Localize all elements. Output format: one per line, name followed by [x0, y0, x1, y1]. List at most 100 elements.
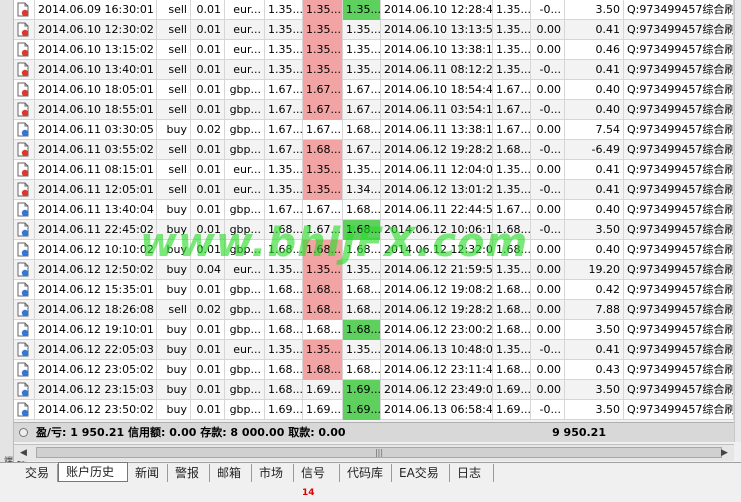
- cell-type: sell: [157, 100, 191, 120]
- cell-type: buy: [157, 320, 191, 340]
- cell-take-profit: 1.68...: [343, 200, 381, 220]
- cell-open-price: 1.67...: [265, 100, 303, 120]
- cell-commission: 0.00: [531, 240, 565, 260]
- vertical-scrollbar[interactable]: [734, 0, 741, 442]
- table-row[interactable]: 2014.06.11 03:55:02 sell 0.01 gbp... 1.67...…: [14, 140, 734, 160]
- cell-size: 0.01: [191, 100, 225, 120]
- cell-comment: Q:973499457综合刷单?: [624, 320, 734, 340]
- cell-size: 0.01: [191, 80, 225, 100]
- table-row[interactable]: 2014.06.11 13:40:04 buy 0.01 gbp... 1.67... 1…: [14, 200, 734, 220]
- cell-symbol: gbp...: [225, 380, 265, 400]
- tab-label: 代码库: [347, 466, 384, 480]
- tab-0[interactable]: 交易: [18, 464, 58, 482]
- cell-commission: -0...: [531, 0, 565, 20]
- cell-close-price: 1.35...: [493, 180, 531, 200]
- table-row[interactable]: 2014.06.11 03:30:05 buy 0.02 gbp... 1.67... 1…: [14, 120, 734, 140]
- tab-7[interactable]: 代码库: [340, 464, 392, 482]
- tab-3[interactable]: 警报: [168, 464, 210, 482]
- cell-symbol: eur...: [225, 60, 265, 80]
- tab-2[interactable]: 新闻: [128, 464, 168, 482]
- cell-symbol: gbp...: [225, 240, 265, 260]
- cell-profit: 0.41: [565, 160, 624, 180]
- cell-take-profit: 1.68...: [343, 320, 381, 340]
- cell-stop-loss: 1.35...: [303, 20, 343, 40]
- tab-5[interactable]: 市场: [252, 464, 294, 482]
- cell-take-profit: 1.68...: [343, 360, 381, 380]
- horizontal-scrollbar[interactable]: ◀ ||| ▶: [14, 444, 734, 461]
- table-row[interactable]: 2014.06.11 08:15:01 sell 0.01 eur... 1.35...…: [14, 160, 734, 180]
- table-row[interactable]: 2014.06.10 13:40:01 sell 0.01 eur... 1.35...…: [14, 60, 734, 80]
- cell-profit: -6.49: [565, 140, 624, 160]
- cell-open-price: 1.68...: [265, 240, 303, 260]
- cell-close-time: 2014.06.11 22:44:59: [381, 200, 493, 220]
- cell-open-price: 1.35...: [265, 340, 303, 360]
- cell-symbol: eur...: [225, 40, 265, 60]
- tab-8[interactable]: EA交易: [392, 464, 450, 482]
- table-row[interactable]: 2014.06.11 12:05:01 sell 0.01 eur... 1.35...…: [14, 180, 734, 200]
- tab-1[interactable]: 账户历史: [58, 462, 128, 482]
- cell-symbol: gbp...: [225, 300, 265, 320]
- cell-type: sell: [157, 300, 191, 320]
- cell-symbol: eur...: [225, 340, 265, 360]
- cell-close-price: 1.68...: [493, 300, 531, 320]
- cell-stop-loss: 1.68...: [303, 280, 343, 300]
- cell-size: 0.01: [191, 0, 225, 20]
- table-row[interactable]: 2014.06.12 23:50:02 buy 0.01 gbp... 1.69... 1…: [14, 400, 734, 420]
- table-row[interactable]: 2014.06.12 23:15:03 buy 0.01 gbp... 1.68... 1…: [14, 380, 734, 400]
- cell-take-profit: 1.68...: [343, 240, 381, 260]
- cell-comment: Q:973499457综合刷单?: [624, 340, 734, 360]
- order-type-icon: [14, 40, 35, 60]
- cell-commission: 0.00: [531, 320, 565, 340]
- table-row[interactable]: 2014.06.10 13:15:02 sell 0.01 eur... 1.35...…: [14, 40, 734, 60]
- table-row[interactable]: 2014.06.12 12:50:02 buy 0.04 eur... 1.35... 1…: [14, 260, 734, 280]
- cell-profit: 3.50: [565, 320, 624, 340]
- table-row[interactable]: 2014.06.11 22:45:02 buy 0.01 gbp... 1.68... 1…: [14, 220, 734, 240]
- tab-9[interactable]: 日志: [450, 464, 494, 482]
- cell-stop-loss: 1.68...: [303, 300, 343, 320]
- table-row[interactable]: 2014.06.10 18:55:01 sell 0.01 gbp... 1.67...…: [14, 100, 734, 120]
- cell-stop-loss: 1.35...: [303, 180, 343, 200]
- cell-type: sell: [157, 140, 191, 160]
- scroll-left-icon[interactable]: ◀: [17, 447, 30, 459]
- cell-open-price: 1.35...: [265, 60, 303, 80]
- cell-close-time: 2014.06.10 12:28:46: [381, 0, 493, 20]
- cell-symbol: gbp...: [225, 80, 265, 100]
- cell-profit: 0.43: [565, 360, 624, 380]
- table-row[interactable]: 2014.06.12 22:05:03 buy 0.01 eur... 1.35... 1…: [14, 340, 734, 360]
- table-row[interactable]: 2014.06.12 23:05:02 buy 0.01 gbp... 1.68... 1…: [14, 360, 734, 380]
- cell-close-price: 1.35...: [493, 260, 531, 280]
- scroll-right-icon[interactable]: ▶: [718, 447, 731, 459]
- tab-6[interactable]: 信号 14: [294, 464, 340, 498]
- cell-stop-loss: 1.67...: [303, 200, 343, 220]
- tab-label: 邮箱: [217, 466, 242, 480]
- cell-type: sell: [157, 180, 191, 200]
- cell-comment: Q:973499457综合刷单?: [624, 160, 734, 180]
- cell-profit: 19.20: [565, 260, 624, 280]
- cell-open-time: 2014.06.10 18:05:01: [35, 80, 157, 100]
- cell-size: 0.01: [191, 400, 225, 420]
- table-row[interactable]: 2014.06.12 10:10:02 buy 0.01 gbp... 1.68... 1…: [14, 240, 734, 260]
- table-row[interactable]: 2014.06.10 12:30:02 sell 0.01 eur... 1.35...…: [14, 20, 734, 40]
- table-row[interactable]: 2014.06.12 18:26:08 sell 0.02 gbp... 1.68...…: [14, 300, 734, 320]
- cell-commission: 0.00: [531, 280, 565, 300]
- table-row[interactable]: 2014.06.12 19:10:01 buy 0.01 gbp... 1.68... 1…: [14, 320, 734, 340]
- table-row[interactable]: 2014.06.12 15:35:01 buy 0.01 gbp... 1.68... 1…: [14, 280, 734, 300]
- table-row[interactable]: 2014.06.10 18:05:01 sell 0.01 gbp... 1.67...…: [14, 80, 734, 100]
- cell-commission: -0...: [531, 60, 565, 80]
- cell-comment: Q:973499457综合刷单?: [624, 180, 734, 200]
- cell-symbol: eur...: [225, 180, 265, 200]
- table-row[interactable]: 2014.06.09 16:30:01 sell 0.01 eur... 1.35...…: [14, 0, 734, 20]
- cell-size: 0.01: [191, 180, 225, 200]
- cell-comment: Q:973499457综合刷单?: [624, 360, 734, 380]
- cell-open-time: 2014.06.11 13:40:04: [35, 200, 157, 220]
- cell-stop-loss: 1.67...: [303, 120, 343, 140]
- cell-size: 0.01: [191, 40, 225, 60]
- cell-stop-loss: 1.35...: [303, 40, 343, 60]
- cell-close-time: 2014.06.11 03:54:13: [381, 100, 493, 120]
- tab-4[interactable]: 邮箱: [210, 464, 252, 482]
- cell-size: 0.01: [191, 340, 225, 360]
- cell-size: 0.01: [191, 200, 225, 220]
- scroll-thumb[interactable]: |||: [36, 447, 722, 458]
- cell-type: buy: [157, 340, 191, 360]
- cell-open-price: 1.68...: [265, 300, 303, 320]
